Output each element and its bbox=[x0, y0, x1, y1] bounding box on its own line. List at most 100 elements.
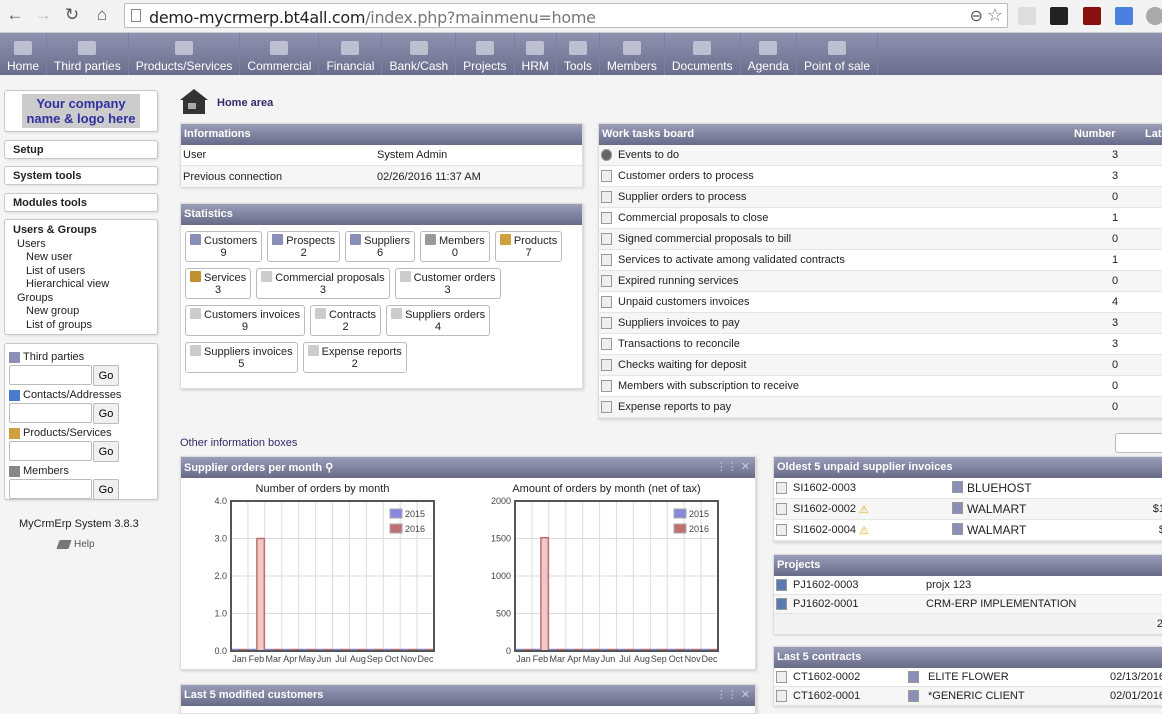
drag-handle-icon[interactable]: ⋮⋮ bbox=[716, 461, 738, 473]
bookmark-star-icon[interactable]: ☆ bbox=[987, 5, 1003, 26]
stat-members[interactable]: Members 0 bbox=[419, 231, 490, 262]
project-ref[interactable]: PJ1602-0003 bbox=[793, 579, 858, 591]
search-input[interactable] bbox=[9, 403, 92, 423]
contract-row[interactable]: CT1602-0002 ELITE FLOWER 02/13/2016 bbox=[774, 668, 1162, 687]
stat-customers[interactable]: Customers 9 bbox=[185, 231, 263, 262]
invoice-ref[interactable]: SI1602-0004 bbox=[793, 524, 856, 536]
stat-contracts[interactable]: Contracts 2 bbox=[309, 305, 382, 336]
search-input[interactable] bbox=[9, 479, 92, 499]
stat-expense-reports[interactable]: Expense reports 2 bbox=[302, 342, 407, 373]
menu-item-point-of-sale[interactable]: Point of sale bbox=[797, 33, 879, 75]
sidebar-list-users[interactable]: List of users bbox=[13, 265, 157, 279]
translate-extension-icon[interactable] bbox=[1115, 7, 1133, 25]
task-row[interactable]: Services to activate among validated con… bbox=[599, 250, 1162, 271]
stat-commercial-proposals[interactable]: Commercial proposals 3 bbox=[256, 268, 390, 299]
invoice-company[interactable]: WALMART bbox=[952, 523, 1026, 537]
sidebar-hierarchical-view[interactable]: Hierarchical view bbox=[13, 278, 157, 292]
menu-item-agenda[interactable]: Agenda bbox=[741, 33, 797, 75]
menu-item-projects[interactable]: Projects bbox=[456, 33, 515, 75]
address-bar[interactable]: demo-mycrmerp.bt4all.com/index.php?mainm… bbox=[124, 3, 1008, 28]
contract-ref[interactable]: CT1602-0002 bbox=[793, 671, 860, 683]
menu-item-third-parties[interactable]: Third parties bbox=[47, 33, 129, 75]
search-input[interactable] bbox=[9, 441, 92, 461]
task-row[interactable]: Commercial proposals to close 1 bbox=[599, 208, 1162, 229]
task-row[interactable]: Customer orders to process 3 bbox=[599, 166, 1162, 187]
close-icon[interactable]: ✕ bbox=[741, 689, 750, 701]
go-button[interactable]: Go bbox=[93, 365, 119, 386]
add-box-select[interactable] bbox=[1115, 433, 1162, 453]
skype-extension-icon[interactable] bbox=[1146, 7, 1162, 25]
contract-company[interactable]: *GENERIC CLIENT bbox=[928, 690, 1025, 702]
menu-item-tools[interactable]: Tools bbox=[557, 33, 600, 75]
task-row[interactable]: Expense reports to pay 0 bbox=[599, 397, 1162, 418]
invoice-row[interactable]: SI1602-0003 BLUEHOST bbox=[774, 478, 1162, 499]
drag-handle-icon[interactable]: ⋮⋮ bbox=[716, 689, 738, 701]
invoice-row[interactable]: SI1602-0004 ⚠ WALMART $ bbox=[774, 520, 1162, 541]
invoice-ref[interactable]: SI1602-0003 bbox=[793, 482, 856, 494]
invoice-company[interactable]: BLUEHOST bbox=[952, 481, 1032, 495]
project-row[interactable]: PJ1602-0001 CRM-ERP IMPLEMENTATION bbox=[774, 595, 1162, 614]
reload-icon[interactable]: ↻ bbox=[62, 5, 82, 25]
sidebar-system-tools[interactable]: System tools bbox=[4, 166, 158, 185]
search-input[interactable] bbox=[9, 365, 92, 385]
menu-item-financial[interactable]: Financial bbox=[319, 33, 383, 75]
task-row[interactable]: Unpaid customers invoices 4 bbox=[599, 292, 1162, 313]
zoom-out-icon[interactable]: ⊖ bbox=[970, 6, 983, 26]
filter-icon[interactable]: ⚲ bbox=[325, 462, 333, 474]
task-row[interactable]: Expired running services 0 bbox=[599, 271, 1162, 292]
contract-row[interactable]: CT1602-0001 *GENERIC CLIENT 02/01/2016 bbox=[774, 687, 1162, 706]
home-icon[interactable]: ⌂ bbox=[92, 5, 112, 25]
stat-suppliers-orders[interactable]: Suppliers orders 4 bbox=[386, 305, 491, 336]
go-button[interactable]: Go bbox=[93, 441, 119, 462]
stat-services[interactable]: Services 3 bbox=[185, 268, 252, 299]
forward-icon[interactable]: → bbox=[33, 5, 53, 25]
sidebar-new-group[interactable]: New group bbox=[13, 305, 157, 319]
stat-customer-orders[interactable]: Customer orders 3 bbox=[394, 268, 501, 299]
stat-suppliers[interactable]: Suppliers 6 bbox=[345, 231, 415, 262]
sidebar-list-groups[interactable]: List of groups bbox=[13, 319, 157, 333]
close-icon[interactable]: ✕ bbox=[741, 461, 750, 473]
invoice-row[interactable]: SI1602-0002 ⚠ WALMART $1 bbox=[774, 499, 1162, 520]
menu-item-products-services[interactable]: Products/Services bbox=[129, 33, 241, 75]
stat-customers-invoices[interactable]: Customers invoices 9 bbox=[185, 305, 305, 336]
project-row[interactable]: PJ1602-0003 projx 123 bbox=[774, 576, 1162, 595]
invoice-ref[interactable]: SI1602-0002 bbox=[793, 503, 856, 515]
help-book-icon bbox=[56, 540, 72, 549]
menu-item-home[interactable]: Home bbox=[0, 33, 48, 75]
back-icon[interactable]: ← bbox=[5, 5, 25, 25]
task-row[interactable]: Supplier orders to process 0 bbox=[599, 187, 1162, 208]
company-logo[interactable]: Your company name & logo here bbox=[4, 90, 158, 132]
contract-ref[interactable]: CT1602-0001 bbox=[793, 690, 860, 702]
project-ref[interactable]: PJ1602-0001 bbox=[793, 598, 858, 610]
menu-item-documents[interactable]: Documents bbox=[665, 33, 741, 75]
pdf-extension-icon[interactable] bbox=[1083, 7, 1101, 25]
go-button[interactable]: Go bbox=[93, 403, 119, 424]
menu-item-hrm[interactable]: HRM bbox=[515, 33, 557, 75]
task-row[interactable]: Events to do 3 bbox=[599, 145, 1162, 166]
sidebar-setup[interactable]: Setup bbox=[4, 140, 158, 159]
contract-date: 02/13/2016 bbox=[1110, 671, 1162, 683]
task-row[interactable]: Suppliers invoices to pay 3 bbox=[599, 313, 1162, 334]
invoice-company[interactable]: WALMART bbox=[952, 502, 1026, 516]
extension-icon[interactable] bbox=[1018, 7, 1036, 25]
go-button[interactable]: Go bbox=[93, 479, 119, 500]
terminal-extension-icon[interactable] bbox=[1050, 7, 1068, 25]
menu-item-commercial[interactable]: Commercial bbox=[240, 33, 320, 75]
stat-label-row: Customers bbox=[190, 234, 257, 247]
task-row[interactable]: Members with subscription to receive 0 bbox=[599, 376, 1162, 397]
contract-company[interactable]: ELITE FLOWER bbox=[928, 671, 1009, 683]
task-row[interactable]: Signed commercial proposals to bill 0 bbox=[599, 229, 1162, 250]
sidebar-modules-tools[interactable]: Modules tools bbox=[4, 193, 158, 212]
stat-products[interactable]: Products 7 bbox=[494, 231, 563, 262]
sidebar-new-user[interactable]: New user bbox=[13, 251, 157, 265]
menu-item-members[interactable]: Members bbox=[600, 33, 665, 75]
sidebar-users[interactable]: Users bbox=[13, 238, 157, 252]
sidebar-groups[interactable]: Groups bbox=[13, 292, 157, 306]
task-row[interactable]: Checks waiting for deposit 0 bbox=[599, 355, 1162, 376]
users-groups-title[interactable]: Users & Groups bbox=[13, 224, 157, 238]
task-row[interactable]: Transactions to reconcile 3 bbox=[599, 334, 1162, 355]
stat-prospects[interactable]: Prospects 2 bbox=[267, 231, 341, 262]
stat-suppliers-invoices[interactable]: Suppliers invoices 5 bbox=[185, 342, 298, 373]
menu-item-bank-cash[interactable]: Bank/Cash bbox=[382, 33, 457, 75]
help-link[interactable]: Help bbox=[56, 539, 95, 550]
